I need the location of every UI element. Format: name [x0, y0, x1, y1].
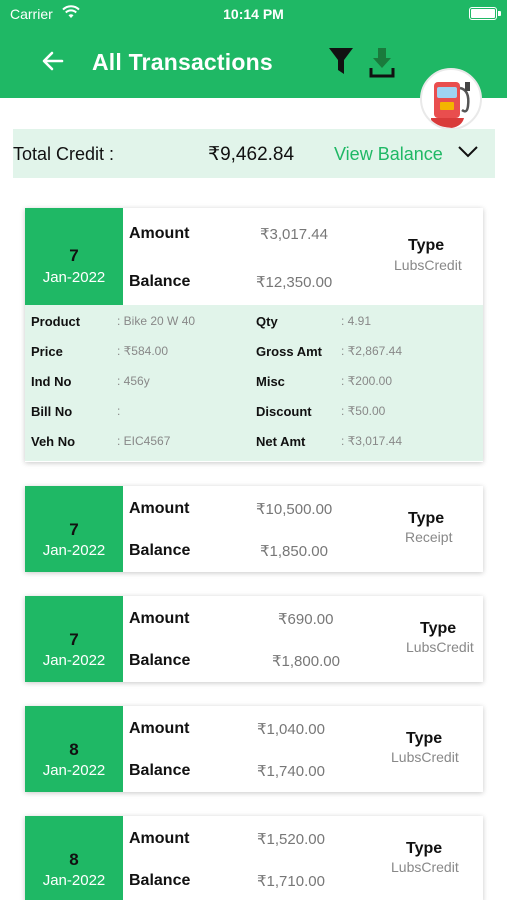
type-value: LubsCredit	[406, 639, 474, 655]
transaction-card[interactable]: 7 Jan-2022 Amount ₹690.00 Balance ₹1,800…	[25, 596, 483, 682]
view-balance-link[interactable]: View Balance	[334, 144, 443, 165]
gross-amt-label: Gross Amt	[256, 344, 322, 359]
date-month: Jan-2022	[42, 762, 106, 779]
transaction-card[interactable]: 8 Jan-2022 Amount ₹1,520.00 Balance ₹1,7…	[25, 816, 483, 900]
discount-label: Discount	[256, 404, 312, 419]
total-credit-value: ₹9,462.84	[208, 144, 295, 165]
misc-value: : ₹200.00	[341, 374, 393, 388]
ind-no-value: : 456y	[117, 374, 150, 388]
battery-tip-icon	[498, 11, 501, 16]
qty-label: Qty	[256, 314, 278, 329]
date-box: 7 Jan-2022	[25, 596, 123, 682]
balance-label: Balance	[129, 762, 191, 779]
misc-label: Misc	[256, 374, 285, 389]
balance-value: ₹1,800.00	[272, 653, 340, 670]
amount-value: ₹1,520.00	[257, 831, 325, 848]
amount-label: Amount	[129, 500, 190, 517]
date-day: 8	[69, 740, 79, 759]
date-month: Jan-2022	[42, 872, 106, 889]
date-box: 7 Jan-2022	[25, 208, 123, 305]
net-amt-label: Net Amt	[256, 434, 306, 449]
total-credit-label: Total Credit :	[13, 144, 115, 164]
transaction-details: Product : Bike 20 W 40 Price : ₹584.00 I…	[25, 305, 483, 461]
amount-value: ₹3,017.44	[260, 226, 328, 243]
date-month: Jan-2022	[42, 652, 106, 669]
bill-no-value: :	[117, 404, 121, 418]
balance-label: Balance	[129, 872, 191, 889]
ind-no-label: Ind No	[31, 374, 72, 389]
fuel-pump-avatar[interactable]	[420, 68, 482, 130]
balance-value: ₹1,740.00	[257, 763, 325, 780]
bill-no-label: Bill No	[31, 404, 73, 419]
date-day: 7	[69, 520, 79, 539]
amount-value: ₹1,040.00	[257, 721, 325, 738]
balance-value: ₹1,850.00	[260, 543, 328, 560]
date-box: 8 Jan-2022	[25, 816, 123, 900]
balance-value: ₹1,710.00	[257, 873, 325, 890]
transaction-card[interactable]: 7 Jan-2022 Amount ₹3,017.44 Balance ₹12,…	[25, 208, 483, 462]
status-time: 10:14 PM	[223, 6, 284, 22]
chevron-down-icon[interactable]	[457, 145, 479, 159]
date-day: 7	[69, 246, 79, 265]
transaction-card[interactable]: 8 Jan-2022 Amount ₹1,040.00 Balance ₹1,7…	[25, 706, 483, 792]
date-month: Jan-2022	[42, 542, 106, 559]
type-value: LubsCredit	[394, 257, 462, 273]
battery-icon	[469, 7, 497, 20]
type-value: Receipt	[405, 529, 453, 545]
balance-label: Balance	[129, 273, 191, 290]
type-label: Type	[408, 237, 445, 254]
net-amt-value: : ₹3,017.44	[341, 434, 403, 448]
discount-value: : ₹50.00	[341, 404, 386, 418]
balance-value: ₹12,350.00	[256, 274, 333, 291]
amount-label: Amount	[129, 720, 190, 737]
amount-label: Amount	[129, 830, 190, 847]
total-credit-bar: Total Credit : ₹9,462.84 View Balance	[13, 129, 495, 178]
balance-label: Balance	[129, 652, 191, 669]
amount-value: ₹690.00	[278, 611, 334, 628]
transaction-card[interactable]: 7 Jan-2022 Amount ₹10,500.00 Balance ₹1,…	[25, 486, 483, 572]
amount-value: ₹10,500.00	[256, 501, 333, 518]
product-label: Product	[31, 314, 81, 329]
veh-no-value: : EIC4567	[117, 434, 171, 448]
page-title: All Transactions	[92, 49, 273, 75]
balance-label: Balance	[129, 542, 191, 559]
date-month: Jan-2022	[42, 269, 106, 286]
type-label: Type	[420, 620, 457, 637]
back-arrow-icon[interactable]	[40, 48, 66, 74]
gross-amt-value: : ₹2,867.44	[341, 344, 403, 358]
qty-value: : 4.91	[341, 314, 372, 328]
amount-label: Amount	[129, 225, 190, 242]
price-value: : ₹584.00	[117, 344, 169, 358]
date-day: 7	[69, 630, 79, 649]
filter-icon[interactable]	[328, 46, 354, 76]
status-bar: Carrier 10:14 PM	[0, 0, 507, 30]
download-icon[interactable]	[369, 46, 395, 78]
type-label: Type	[406, 730, 443, 747]
price-label: Price	[31, 344, 63, 359]
type-label: Type	[406, 840, 443, 857]
date-box: 8 Jan-2022	[25, 706, 123, 792]
fuel-pump-icon	[430, 82, 470, 128]
veh-no-label: Veh No	[31, 434, 76, 449]
date-day: 8	[69, 850, 79, 869]
amount-label: Amount	[129, 610, 190, 627]
product-value: : Bike 20 W 40	[117, 314, 196, 328]
type-value: LubsCredit	[391, 749, 459, 765]
type-value: LubsCredit	[391, 859, 459, 875]
type-label: Type	[408, 510, 445, 527]
date-box: 7 Jan-2022	[25, 486, 123, 572]
